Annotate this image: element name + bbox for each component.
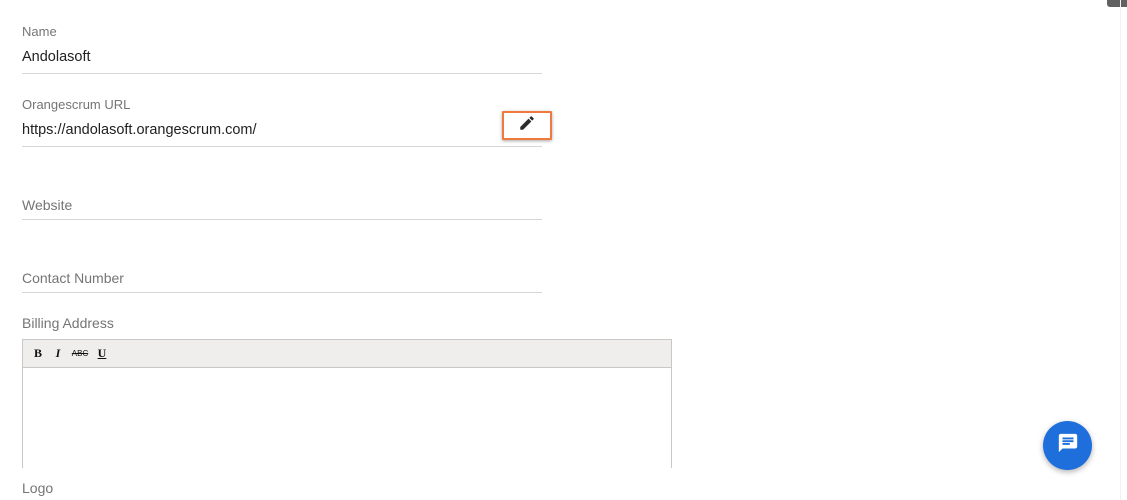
underline-button[interactable]: U [95,346,109,362]
billing-address-label: Billing Address [22,315,114,331]
name-label: Name [22,24,57,39]
top-corner-tab [1107,0,1127,7]
logo-label: Logo [22,480,54,496]
billing-address-editor: B I ABC U [22,339,672,468]
right-edge-divider [1120,0,1121,500]
website-underline [22,219,542,220]
url-underline [22,146,542,147]
name-underline [22,73,542,74]
name-field[interactable]: Andolasoft [22,49,91,65]
edit-url-button[interactable] [502,111,552,140]
contact-number-field[interactable]: Contact Number [22,270,124,286]
strikethrough-button[interactable]: ABC [71,346,89,362]
website-field[interactable]: Website [22,197,72,213]
bold-button[interactable]: B [31,346,45,362]
contact-number-underline [22,292,542,293]
billing-address-textarea[interactable] [23,368,671,468]
editor-toolbar: B I ABC U [23,340,671,368]
pencil-icon [518,114,536,137]
italic-button[interactable]: I [51,346,65,362]
url-field[interactable]: https://andolasoft.orangescrum.com/ [22,122,257,138]
chat-button[interactable] [1043,421,1092,470]
url-label: Orangescrum URL [22,97,131,112]
chat-message-icon [1057,432,1079,459]
